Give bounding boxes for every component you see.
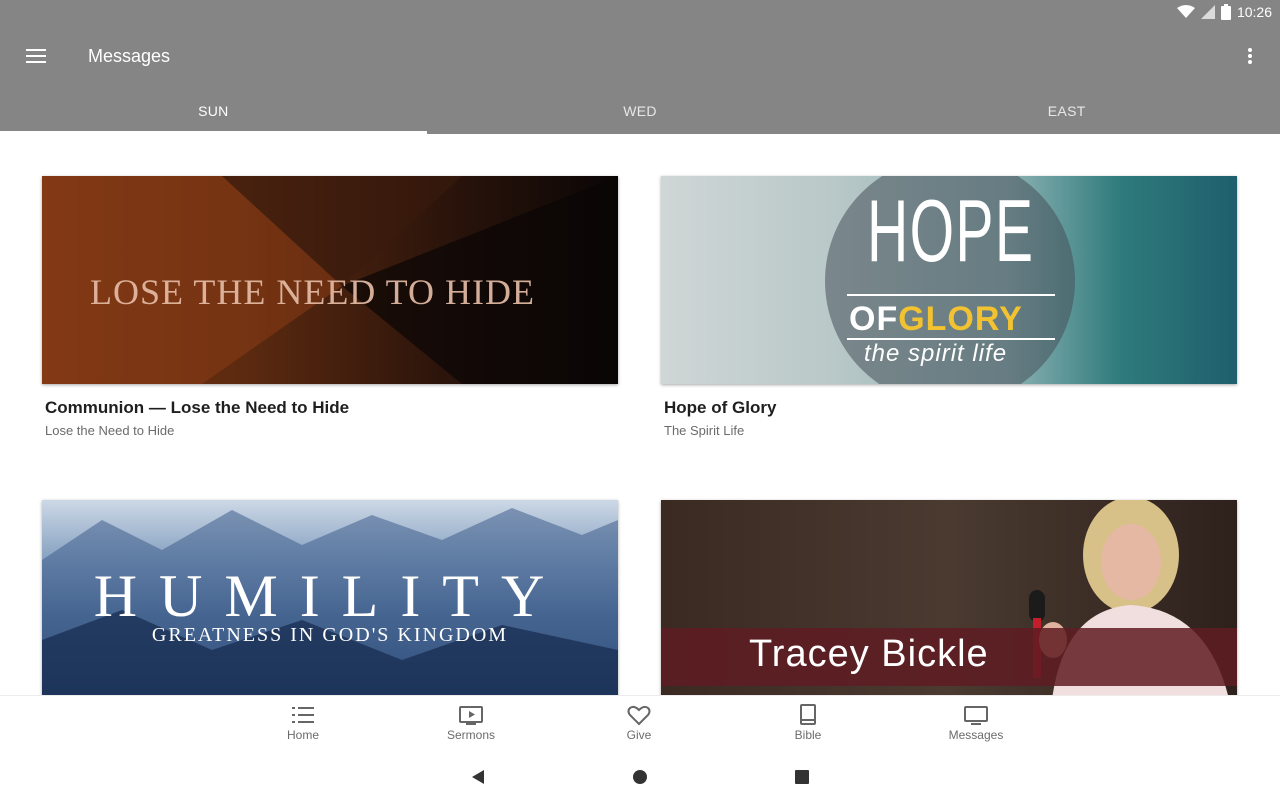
card-subtitle: The Spirit Life	[664, 423, 745, 438]
message-card-humility[interactable]: HUMILITY GREATNESS IN GOD'S KINGDOM	[42, 500, 618, 695]
card-subtitle: Lose the Need to Hide	[45, 423, 175, 438]
page-title: Messages	[88, 46, 171, 66]
nav-label: Messages	[948, 728, 1004, 742]
card-title: Hope of Glory	[664, 398, 777, 417]
recents-button[interactable]	[788, 765, 816, 789]
hamburger-icon	[26, 49, 46, 63]
nav-label: Give	[626, 728, 652, 742]
card-art-subtext: GREATNESS IN GOD'S KINGDOM	[151, 624, 509, 646]
back-triangle-icon	[472, 770, 484, 784]
tab-east[interactable]: EAST	[853, 88, 1280, 134]
recents-square-icon	[795, 770, 809, 784]
nav-bible[interactable]: Bible	[753, 704, 863, 742]
book-icon	[800, 704, 816, 725]
system-navigation-bar	[0, 755, 1280, 800]
message-grid: LOSE THE NEED TO HIDE Communion — Lose t…	[0, 134, 1280, 695]
back-button[interactable]	[464, 765, 492, 789]
nav-home[interactable]: Home	[248, 704, 358, 742]
app-bar: Messages SUN WED EAST	[0, 24, 1280, 134]
nav-sermons[interactable]: Sermons	[416, 704, 526, 742]
more-vert-icon	[1248, 48, 1252, 64]
monitor-icon	[964, 706, 988, 725]
signal-icon	[1200, 5, 1215, 19]
play-screen-icon	[459, 706, 483, 725]
card-title: Communion — Lose the Need to Hide	[45, 398, 350, 417]
card-art-text: HOPE	[867, 181, 1035, 280]
status-time: 10:26	[1236, 4, 1272, 20]
card-art-text: LOSE THE NEED TO HIDE	[90, 272, 535, 312]
message-card-communion[interactable]: LOSE THE NEED TO HIDE Communion — Lose t…	[42, 176, 618, 438]
bottom-navigation: Home Sermons Give Bible Messages	[0, 695, 1280, 755]
card-art-text: HUMILITY	[93, 563, 567, 629]
message-card-hope-of-glory[interactable]: HOPE OFGLORY the spirit life Hope of Glo…	[661, 176, 1237, 438]
card-thumbnail: HUMILITY GREATNESS IN GOD'S KINGDOM	[42, 500, 618, 695]
message-card-tracey-bickle[interactable]: Tracey Bickle	[661, 500, 1237, 695]
card-art-tagline: the spirit life	[864, 340, 1008, 367]
status-icons: 10:26	[1176, 3, 1272, 21]
tab-bar: SUN WED EAST	[0, 88, 1280, 134]
list-icon	[292, 707, 314, 723]
wifi-icon	[1176, 5, 1195, 18]
home-circle-icon	[633, 770, 647, 784]
card-art-text: Tracey Bickle	[749, 633, 989, 675]
nav-label: Home	[286, 728, 319, 742]
nav-messages[interactable]: Messages	[921, 704, 1031, 742]
tab-sun[interactable]: SUN	[0, 88, 427, 134]
overflow-menu-button[interactable]	[1236, 38, 1264, 74]
home-button[interactable]	[626, 765, 654, 789]
card-thumbnail: HOPE OFGLORY the spirit life	[661, 176, 1237, 384]
tab-wed[interactable]: WED	[427, 88, 854, 134]
card-art-text: OFGLORY	[849, 300, 1023, 338]
card-thumbnail: LOSE THE NEED TO HIDE	[42, 176, 618, 384]
art-divider	[847, 294, 1055, 296]
nav-label: Bible	[794, 728, 822, 742]
nav-give[interactable]: Give	[584, 704, 694, 742]
card-thumbnail: Tracey Bickle	[661, 500, 1237, 695]
battery-icon	[1220, 4, 1231, 20]
nav-label: Sermons	[446, 728, 496, 742]
status-bar: 10:26	[0, 0, 1280, 24]
menu-button[interactable]	[16, 38, 56, 74]
heart-icon	[627, 705, 651, 726]
